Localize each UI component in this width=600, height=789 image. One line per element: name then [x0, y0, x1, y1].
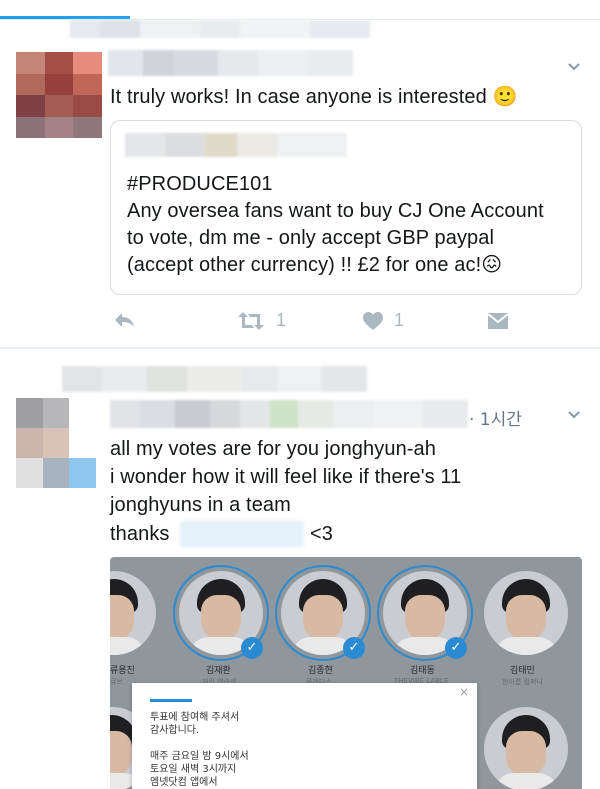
direct-message-button[interactable]	[487, 312, 509, 330]
member-card: ✓	[173, 565, 269, 661]
tweet-divider	[0, 347, 600, 349]
member-name: 김태동	[410, 666, 435, 676]
dialog-text: 토요일 새벽 3시까지	[150, 764, 237, 775]
loading-bar	[0, 0, 600, 20]
tweet-text-thanks: thanks	[110, 523, 170, 545]
like-button[interactable]: 1	[362, 310, 404, 331]
dialog-accent-bar	[150, 699, 192, 702]
heart-icon	[363, 311, 383, 330]
redacted-username	[110, 400, 468, 428]
avatar[interactable]	[16, 398, 96, 488]
tweet-text: It truly works! In case anyone is intere…	[110, 86, 518, 108]
member-photo	[484, 571, 568, 655]
member-name: 김종현	[308, 666, 333, 676]
avatar[interactable]	[16, 52, 102, 138]
dialog-text: 엠넷닷컴 앱에서	[150, 777, 218, 788]
member-name: 김태민	[510, 666, 535, 676]
check-icon: ✓	[241, 637, 263, 659]
tweet-text-heart: <3	[310, 523, 334, 545]
quoted-tweet-line: #PRODUCE101	[127, 173, 273, 195]
tweet-text-line: all my votes are for you jonghyun-ah	[110, 438, 436, 460]
retweet-button[interactable]: 1	[236, 310, 286, 331]
vote-thanks-dialog: × 투표에 참여해 주셔서 감사합니다. 매주 금요일 밤 9시에서 토요일 새…	[132, 683, 477, 789]
chevron-down-icon[interactable]	[567, 60, 581, 74]
close-icon: ×	[458, 685, 469, 699]
member-card	[110, 571, 156, 661]
redacted-username	[108, 50, 353, 76]
dialog-text: 투표에 참여해 주셔서	[150, 712, 240, 723]
envelope-icon	[487, 313, 509, 329]
redacted-quoted-author	[125, 133, 347, 157]
like-count: 1	[394, 310, 405, 330]
member-photo	[484, 707, 568, 789]
check-icon: ✓	[445, 637, 467, 659]
redacted-mention[interactable]	[180, 521, 304, 547]
quoted-tweet-line: to vote, dm me - only accept GBP paypal	[127, 227, 495, 249]
check-icon: ✓	[343, 637, 365, 659]
quoted-tweet-line: (accept other currency) !! £2 for one ac…	[127, 254, 503, 276]
tweet-timestamp[interactable]: · 1시간	[469, 405, 522, 430]
retweet-icon	[238, 311, 264, 330]
quoted-tweet-card[interactable]: #PRODUCE101 Any oversea fans want to buy…	[110, 120, 582, 295]
member-card: ✓	[377, 565, 473, 661]
chevron-down-icon[interactable]	[567, 408, 581, 422]
dialog-text: 감사합니다.	[150, 725, 200, 736]
member-name: 류용진	[110, 666, 135, 676]
dialog-text: 매주 금요일 밤 9시에서	[150, 751, 249, 762]
reply-button[interactable]	[112, 310, 136, 330]
quoted-tweet-line: Any oversea fans want to buy CJ One Acco…	[127, 200, 544, 222]
member-photo	[110, 571, 156, 655]
member-card: ✓	[275, 565, 371, 661]
reply-icon	[115, 313, 134, 327]
member-card	[484, 707, 568, 789]
member-card	[484, 571, 568, 661]
member-name: 김재환	[206, 666, 231, 676]
member-agency: 한아름 컴퍼니	[502, 678, 543, 686]
retweet-count: 1	[276, 310, 287, 330]
tweet-text-line: i wonder how it will feel like if there'…	[110, 466, 462, 488]
redacted-header	[70, 20, 370, 38]
tweet-text-line: jonghyuns in a team	[110, 494, 291, 516]
member-agency: 큐브	[110, 678, 123, 686]
redacted-retweet-header	[62, 366, 367, 392]
